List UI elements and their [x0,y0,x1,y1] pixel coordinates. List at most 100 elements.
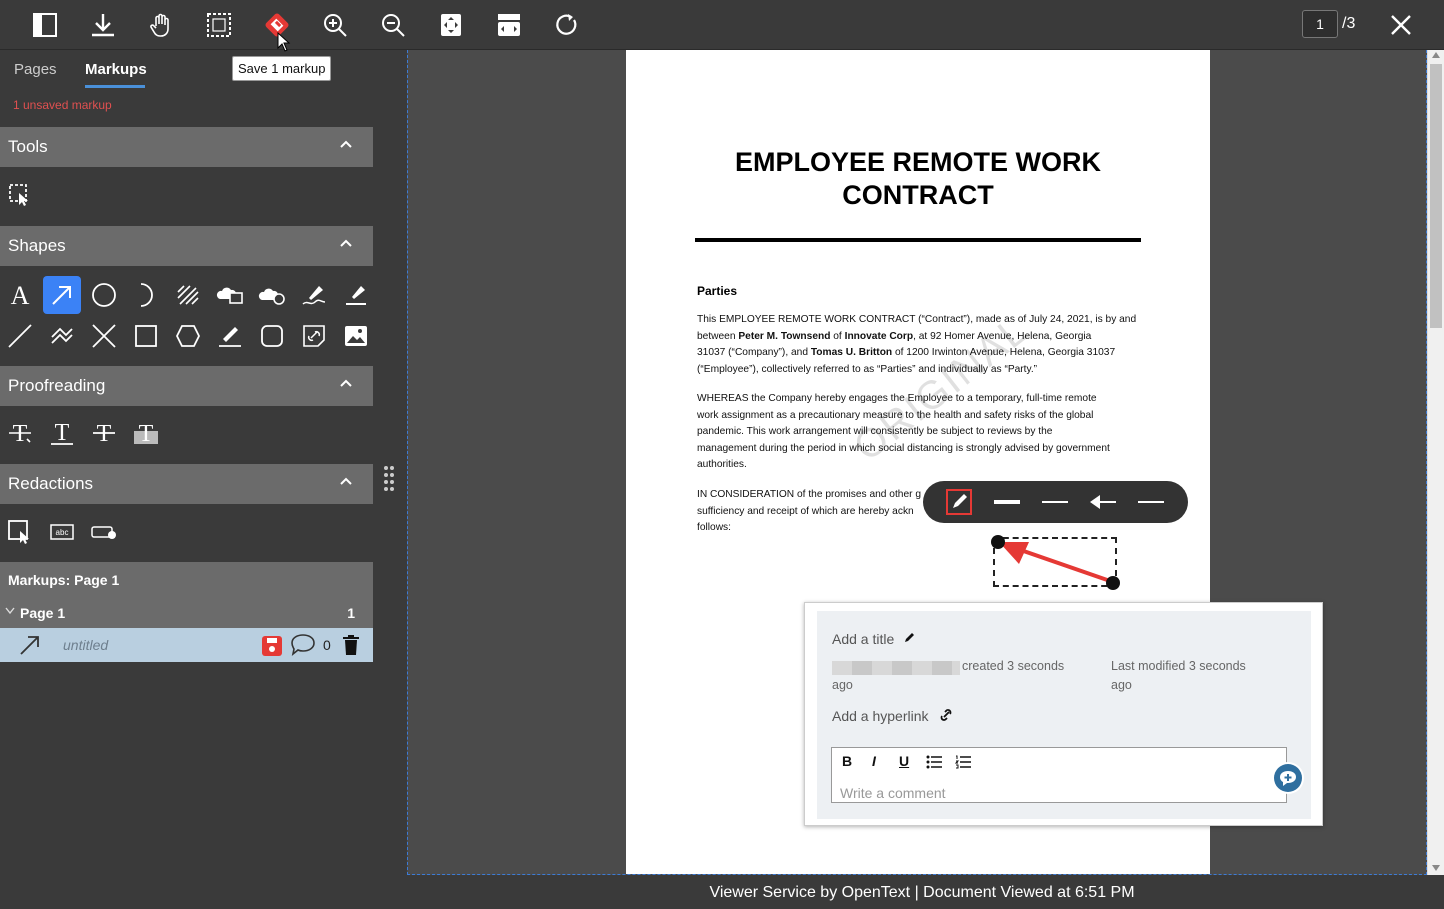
zoom-out-icon[interactable] [375,7,411,43]
underline-button[interactable]: U [899,753,909,769]
text-span: between [697,330,739,342]
popup-content: Add a title created 3 seconds ago Last m… [817,611,1311,819]
text-line: 31037 (“Company”), and Tomas U. Britton … [697,345,1142,362]
numbered-list-button[interactable] [955,755,971,769]
section-heading: Parties [697,284,738,298]
pan-hand-icon[interactable] [143,7,179,43]
fit-page-icon[interactable] [433,7,469,43]
thick-line-icon [994,500,1020,504]
section-shapes-header[interactable]: Shapes [0,226,373,266]
edit-color-button[interactable] [943,487,975,517]
bold-button[interactable]: B [842,753,852,769]
replace-text-tool[interactable]: T [1,414,39,452]
comment-editor[interactable]: B I U Write a comment [831,747,1287,803]
arrow-markup-icon [20,636,39,655]
marquee-select-icon[interactable] [201,7,237,43]
section-title: Proofreading [8,376,106,395]
section-title: Tools [8,137,48,156]
rounded-rect-tool[interactable] [253,317,291,355]
hyperlink-field[interactable]: Add a hyperlink [832,708,954,724]
page-group-label: Page 1 [20,605,66,621]
delete-markup-button[interactable] [342,634,362,656]
arrow-tool[interactable] [43,276,81,314]
pen-tool[interactable] [295,276,333,314]
markup-comment-popup: Add a title created 3 seconds ago Last m… [804,602,1323,826]
line-end-icon [1138,501,1164,503]
sidebar-toggle-icon[interactable] [27,7,63,43]
scroll-up-icon[interactable] [1432,52,1440,58]
rectangle-icon [135,325,157,347]
bullet-list-button[interactable] [926,755,942,769]
arrow-start-handle[interactable] [991,535,1005,549]
svg-text:T: T [139,421,154,446]
chevron-up-icon [340,379,352,387]
rectangle-tool[interactable] [127,317,165,355]
select-markup-tool[interactable] [1,176,39,214]
title-field[interactable]: Add a title [832,631,916,647]
redact-field-tool[interactable] [85,513,123,551]
section-tools-header[interactable]: Tools [0,127,373,167]
arrow-end-handle[interactable] [1106,576,1120,590]
pen-icon [302,286,326,305]
close-viewer-button[interactable] [1384,8,1418,42]
measure-tool[interactable] [211,317,249,355]
arc-icon [140,283,153,307]
title-line: CONTRACT [842,180,994,210]
save-markup-item-button[interactable] [261,635,283,657]
highlight-text-tool[interactable]: T [127,414,165,452]
line-weight-button[interactable] [991,487,1023,517]
polyline-tool[interactable] [43,317,81,355]
arc-tool[interactable] [127,276,165,314]
cloud-ellipse-tool[interactable] [253,276,291,314]
italic-button[interactable]: I [872,753,876,769]
title-divider [695,238,1141,242]
red-arrow-markup[interactable] [985,530,1125,600]
image-tool[interactable] [337,317,375,355]
tab-pages[interactable]: Pages [14,61,57,78]
text-tool[interactable]: A [1,276,39,314]
pencil-icon[interactable] [904,631,916,643]
party-name: Tomas U. Britton [810,347,893,358]
freehand-tool[interactable] [169,276,207,314]
highlighter-tool[interactable] [337,276,375,314]
text-span: of [830,330,845,342]
line-end-button[interactable] [1135,487,1167,517]
section-redactions-header[interactable]: Redactions [0,464,373,504]
download-icon[interactable] [85,7,121,43]
tab-markups[interactable]: Markups [85,61,147,78]
cross-tool[interactable] [85,317,123,355]
circle-icon [92,283,116,307]
scroll-thumb[interactable] [1430,64,1442,328]
add-comment-button[interactable] [1271,761,1305,795]
rotate-icon[interactable] [549,7,585,43]
text-icon: A [11,282,30,308]
modified-time-ago: ago [1111,678,1132,692]
section-proofreading-header[interactable]: Proofreading [0,366,373,406]
link-icon[interactable] [938,708,954,722]
link-box-tool[interactable] [295,317,333,355]
comments-button[interactable] [289,633,317,657]
line-tool[interactable] [1,317,39,355]
ellipse-tool[interactable] [85,276,123,314]
viewer-scrollbar[interactable] [1427,50,1444,875]
page-number-input[interactable] [1302,10,1338,38]
polygon-tool[interactable] [169,317,207,355]
redact-area-tool[interactable] [1,513,39,551]
save-tooltip: Save 1 markup [232,56,332,81]
scroll-down-icon[interactable] [1432,865,1440,871]
created-time-ago: ago [832,678,853,692]
svg-text:abc: abc [56,528,69,537]
redact-text-tool[interactable]: abc [43,513,81,551]
line-style-button[interactable] [1039,487,1071,517]
strikeout-text-tool[interactable]: T [85,414,123,452]
cloud-rect-tool[interactable] [211,276,249,314]
underline-text-tool[interactable]: T [43,414,81,452]
line-start-button[interactable] [1087,487,1119,517]
zoom-in-icon[interactable] [317,7,353,43]
markup-list-item[interactable]: untitled 0 [0,628,373,662]
close-icon [1391,15,1411,35]
fit-width-icon[interactable] [491,7,527,43]
markup-page-group[interactable]: Page 1 1 [0,598,373,628]
select-markup-icon [9,184,28,206]
sidebar-resize-grip[interactable] [383,465,395,493]
